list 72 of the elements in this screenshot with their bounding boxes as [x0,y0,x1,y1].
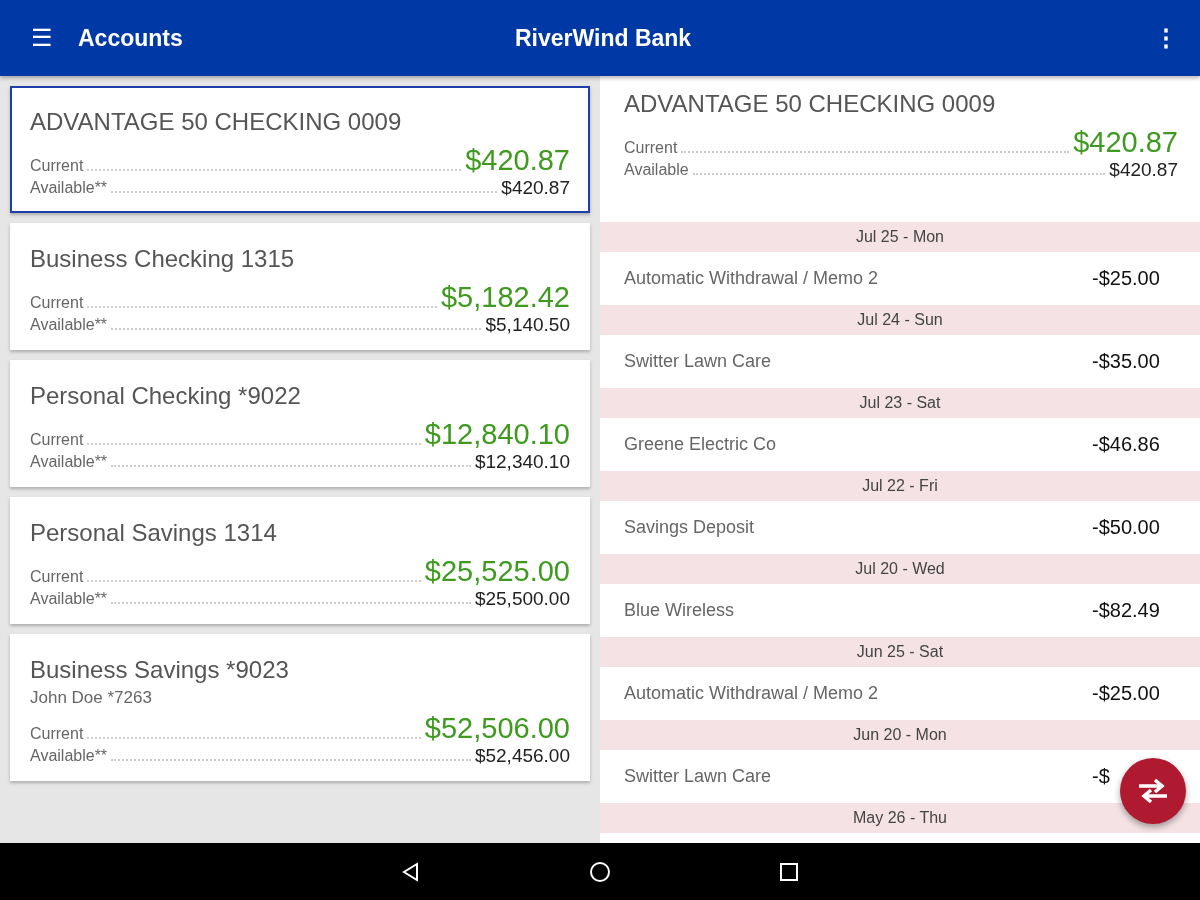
transaction-amount: -$46.86 [1092,433,1161,456]
transaction-row[interactable]: Blue Wireless -$82.49 [600,584,1200,637]
transaction-amount: -$82.49 [1092,599,1161,622]
transfer-button[interactable] [1120,758,1186,824]
current-balance: $5,182.42 [441,281,570,314]
transaction-row[interactable]: Switter Lawn Care -$ [600,750,1200,803]
available-balance: $25,500.00 [474,588,570,610]
transaction-row[interactable]: Automatic Withdrawal / Memo 2 -$25.00 [600,252,1200,305]
transaction-description: Greene Electric Co [624,434,777,455]
current-balance: $25,525.00 [424,555,570,588]
available-label: Available** [30,453,108,472]
account-card[interactable]: Business Checking 1315 Current $5,182.42 Available** $5,140.50 [10,223,590,350]
transaction-description: Switter Lawn Care [624,766,772,787]
account-owner: John Doe *7263 [30,688,153,708]
account-card[interactable]: Business Savings *9023 John Doe *7263 Current $52,506.00 Available** $52,456.00 [10,634,590,781]
transaction-amount: -$25.00 [1092,267,1161,290]
current-balance: $12,840.10 [424,418,570,451]
current-balance: $52,506.00 [424,712,570,745]
transaction-row[interactable]: Greene Electric Co -$46.86 [600,418,1200,471]
current-label: Current [30,431,84,450]
date-header: Jun 20 - Mon [600,720,1200,750]
transaction-amount: -$35.00 [1092,350,1161,373]
account-name: ADVANTAGE 50 CHECKING 0009 [624,90,997,118]
available-balance: $420.87 [501,177,570,199]
current-label: Current [30,725,84,744]
current-label: Current [30,568,84,587]
current-label: Current [624,139,678,158]
available-label: Available [624,161,689,180]
available-label: Available** [30,316,108,335]
transaction-row[interactable]: Switter Lawn Care -$35.00 [600,335,1200,388]
date-header: Jun 25 - Sat [600,637,1200,667]
available-balance: $52,456.00 [474,745,570,767]
available-label: Available** [30,747,108,766]
transaction-description: Automatic Withdrawal / Memo 2 [624,268,879,289]
available-balance: $12,340.10 [474,451,570,473]
available-balance: $420.87 [1109,159,1178,181]
current-balance: $420.87 [1073,126,1178,159]
home-icon[interactable] [588,859,612,884]
transaction-row[interactable]: Automatic Withdrawal / Memo 2 -$25.00 [600,667,1200,720]
date-header: Jul 25 - Mon [600,222,1200,252]
transaction-description: Automatic Withdrawal / Memo 2 [624,683,879,704]
transaction-description: Switter Lawn Care [624,351,772,372]
account-name: Business Savings *9023 [30,656,290,684]
date-header: Jul 23 - Sat [600,388,1200,418]
date-header: Jul 22 - Fri [600,471,1200,501]
transaction-row[interactable]: Savings Deposit -$50.00 [600,501,1200,554]
account-card[interactable]: Personal Savings 1314 Current $25,525.00 Available** $25,500.00 [10,497,590,624]
screen-title: Accounts [78,24,183,52]
transaction-amount: -$ [1092,765,1111,788]
account-name: ADVANTAGE 50 CHECKING 0009 [30,108,403,136]
transaction-description: Savings Deposit [624,517,755,538]
account-name: Personal Checking *9022 [30,382,302,410]
date-header: Jul 20 - Wed [600,554,1200,584]
date-header: May 26 - Thu [600,803,1200,833]
date-header: Jul 24 - Sun [600,305,1200,335]
transfer-arrows-icon [1137,778,1169,804]
account-name: Personal Savings 1314 [30,519,278,547]
account-card[interactable]: ADVANTAGE 50 CHECKING 0009 Current $420.87 Available** $420.87 [10,86,590,213]
current-balance: $420.87 [465,144,570,177]
menu-button[interactable]: ☰ [24,23,60,53]
more-options-button[interactable]: ⋮ [1148,23,1184,53]
transaction-amount: -$25.00 [1092,682,1161,705]
available-balance: $5,140.50 [485,314,570,336]
account-card[interactable]: Personal Checking *9022 Current $12,840.10 Available** $12,340.10 [10,360,590,487]
transaction-amount: -$50.00 [1092,516,1161,539]
available-label: Available** [30,590,108,609]
current-label: Current [30,294,84,313]
available-label: Available** [30,179,108,198]
current-label: Current [30,157,84,176]
bank-name: RiverWind Bank [515,24,692,52]
transaction-description: Blue Wireless [624,600,735,621]
account-name: Business Checking 1315 [30,245,296,273]
